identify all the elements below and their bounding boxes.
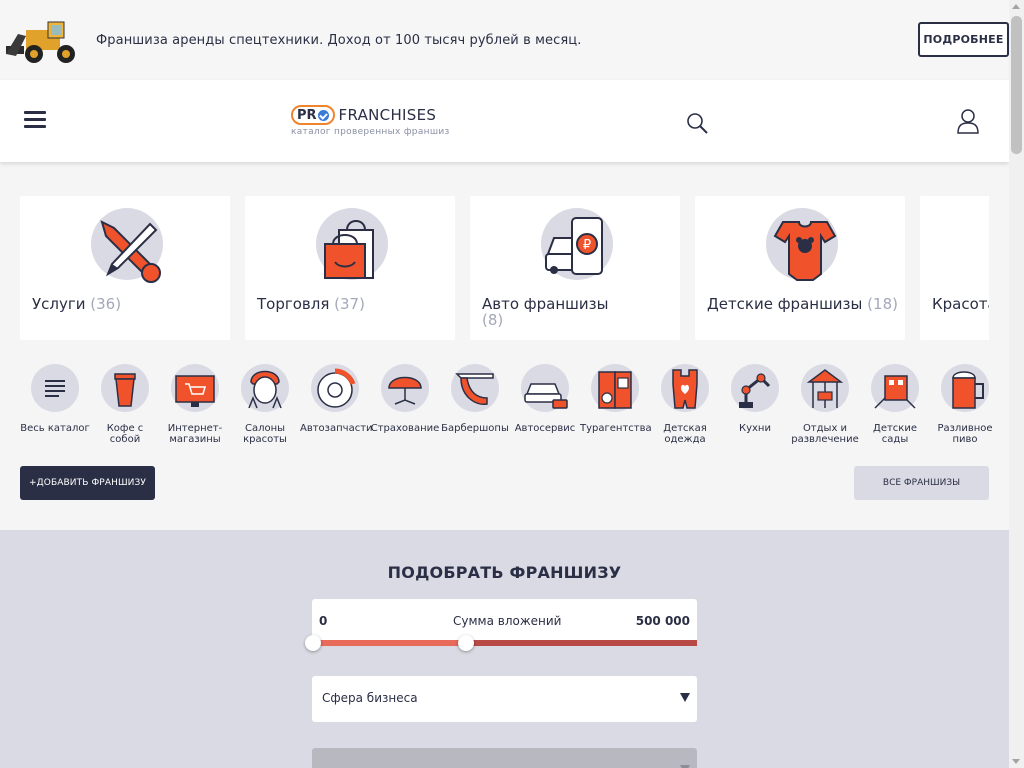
- menu-icon[interactable]: [24, 111, 46, 130]
- kitchen-robot-icon: [739, 373, 771, 408]
- range-label: Сумма вложений: [453, 614, 562, 628]
- online-shop-icon: [175, 375, 215, 407]
- subcategory-insurance[interactable]: Страхование: [370, 364, 440, 434]
- subcategory-draft-beer[interactable]: Разливное пиво: [930, 364, 992, 445]
- subcategory-online-shops[interactable]: Интернет-магазины: [160, 364, 230, 445]
- user-icon[interactable]: [957, 108, 979, 134]
- search-icon[interactable]: [686, 112, 708, 134]
- subcategory-kindergartens[interactable]: Детские сады: [860, 364, 930, 445]
- chevron-down-icon: [680, 693, 690, 702]
- scroll-thumb[interactable]: [1011, 16, 1022, 154]
- car-service-icon: [524, 383, 568, 409]
- kids-clothes-icon: [672, 369, 698, 409]
- subcategory-beauty-salons[interactable]: Салоны красоты: [230, 364, 300, 445]
- subcategory-label: Автозапчасти: [300, 423, 373, 434]
- range-max-value: 500 000: [635, 614, 690, 628]
- razor-icon: [455, 373, 494, 405]
- range-min-value: 0: [319, 614, 328, 628]
- range-fill: [312, 640, 466, 646]
- subcategory-label: Интернет-магазины: [167, 423, 223, 445]
- baby-onesie-icon: [773, 221, 837, 281]
- category-card-kids[interactable]: Детские франшизы (18): [695, 196, 905, 340]
- category-title: Услуги (36): [32, 295, 122, 313]
- subcategory-label: Детские сады: [873, 423, 917, 445]
- subcategory-label: Кухни: [739, 423, 771, 434]
- logo-name: FRANCHISES: [338, 106, 437, 124]
- category-title: Авто франшизы (8): [482, 295, 609, 329]
- category-cards: Услуги (36) Торговля (37) ₽ Авто франшиз…: [20, 196, 989, 340]
- list-icon: [45, 380, 65, 397]
- subcategory-entertainment[interactable]: Отдых и развлечение: [790, 364, 860, 445]
- category-title: Красота и здоровье: [932, 295, 989, 313]
- travel-icon: [598, 371, 632, 409]
- subcategory-label: Детская одежда: [663, 423, 707, 445]
- subcategory-label: Страхование: [370, 423, 440, 434]
- category-card-services[interactable]: Услуги (36): [20, 196, 230, 340]
- subcategory-kitchens[interactable]: Кухни: [720, 364, 790, 434]
- investment-range: 0 Сумма вложений 500 000: [305, 599, 697, 651]
- secondary-select[interactable]: [312, 748, 697, 768]
- scroll-down-icon[interactable]: [1012, 759, 1020, 764]
- banner-text: Франшиза аренды спецтехники. Доход от 10…: [96, 32, 582, 48]
- subcategory-label: Салоны красоты: [243, 423, 287, 445]
- subcategory-all-catalog[interactable]: Весь каталог: [20, 364, 90, 434]
- business-sphere-select[interactable]: Сфера бизнеса: [312, 676, 697, 722]
- subcategory-label: Отдых и развлечение: [791, 423, 859, 445]
- tools-icon: [100, 220, 161, 283]
- coffee-cup-icon: [114, 373, 136, 407]
- subcategory-label: Кофе с собой: [106, 423, 144, 445]
- site-header: PR FRANCHISES каталог проверенных франши…: [0, 80, 1009, 162]
- category-title: Торговля (37): [257, 295, 365, 313]
- subcategory-label: Турагентства: [580, 423, 652, 434]
- subcategory-label: Барбершопы: [441, 423, 509, 434]
- select-label: Сфера бизнеса: [322, 691, 418, 705]
- all-franchises-button[interactable]: ВСЕ ФРАНШИЗЫ: [854, 466, 989, 500]
- car-ruble-icon: ₽: [545, 217, 603, 275]
- umbrella-icon: [388, 376, 422, 405]
- subcategory-kids-clothes[interactable]: Детская одежда: [650, 364, 720, 445]
- subcategory-coffee[interactable]: Кофе с собой: [90, 364, 160, 445]
- logo-pro-badge: PR: [291, 105, 335, 125]
- category-title: Детские франшизы (18): [707, 295, 898, 313]
- site-logo[interactable]: PR FRANCHISES каталог проверенных франши…: [291, 105, 450, 137]
- subcategory-auto-parts[interactable]: Автозапчасти: [300, 364, 373, 434]
- beauty-salon-icon: [248, 370, 282, 409]
- page-scrollbar[interactable]: [1009, 0, 1024, 768]
- range-handle-max[interactable]: [458, 635, 474, 651]
- subcategory-row: Весь каталог Кофе с собой Интернет-магаз…: [20, 364, 992, 454]
- add-franchise-button[interactable]: +ДОБАВИТЬ ФРАНШИЗУ: [20, 466, 155, 500]
- beer-icon: [952, 371, 984, 409]
- subcategory-barbershops[interactable]: Барбершопы: [440, 364, 510, 434]
- promo-banner[interactable]: Франшиза аренды спецтехники. Доход от 10…: [0, 0, 1009, 80]
- range-track[interactable]: [312, 640, 697, 646]
- subcategory-label: Разливное пиво: [937, 423, 992, 445]
- check-icon: [317, 109, 329, 121]
- subcategory-label: Весь каталог: [20, 423, 90, 434]
- details-button[interactable]: ПОДРОБНЕЕ: [918, 22, 1009, 57]
- kindergarten-icon: [874, 375, 916, 409]
- category-card-beauty[interactable]: Красота и здоровье: [920, 196, 989, 340]
- franchise-filter: ПОДОБРАТЬ ФРАНШИЗУ 0 Сумма вложений 500 …: [0, 530, 1009, 768]
- range-handle-min[interactable]: [305, 635, 321, 651]
- svg-text:₽: ₽: [583, 238, 591, 253]
- scroll-up-icon[interactable]: [1012, 4, 1020, 9]
- category-card-retail[interactable]: Торговля (37): [245, 196, 455, 340]
- subcategory-travel[interactable]: Турагентства: [580, 364, 652, 434]
- filter-title: ПОДОБРАТЬ ФРАНШИЗУ: [387, 563, 622, 582]
- subcategory-car-service[interactable]: Автосервис: [510, 364, 580, 434]
- loader-truck-icon: [6, 21, 75, 63]
- shopping-bag-icon: [324, 220, 374, 279]
- carousel-icon: [806, 369, 844, 408]
- brake-disc-icon: [317, 368, 356, 408]
- category-card-auto[interactable]: ₽ Авто франшизы (8): [470, 196, 680, 340]
- subcategory-label: Автосервис: [514, 423, 576, 434]
- logo-subtitle: каталог проверенных франшиз: [291, 127, 450, 137]
